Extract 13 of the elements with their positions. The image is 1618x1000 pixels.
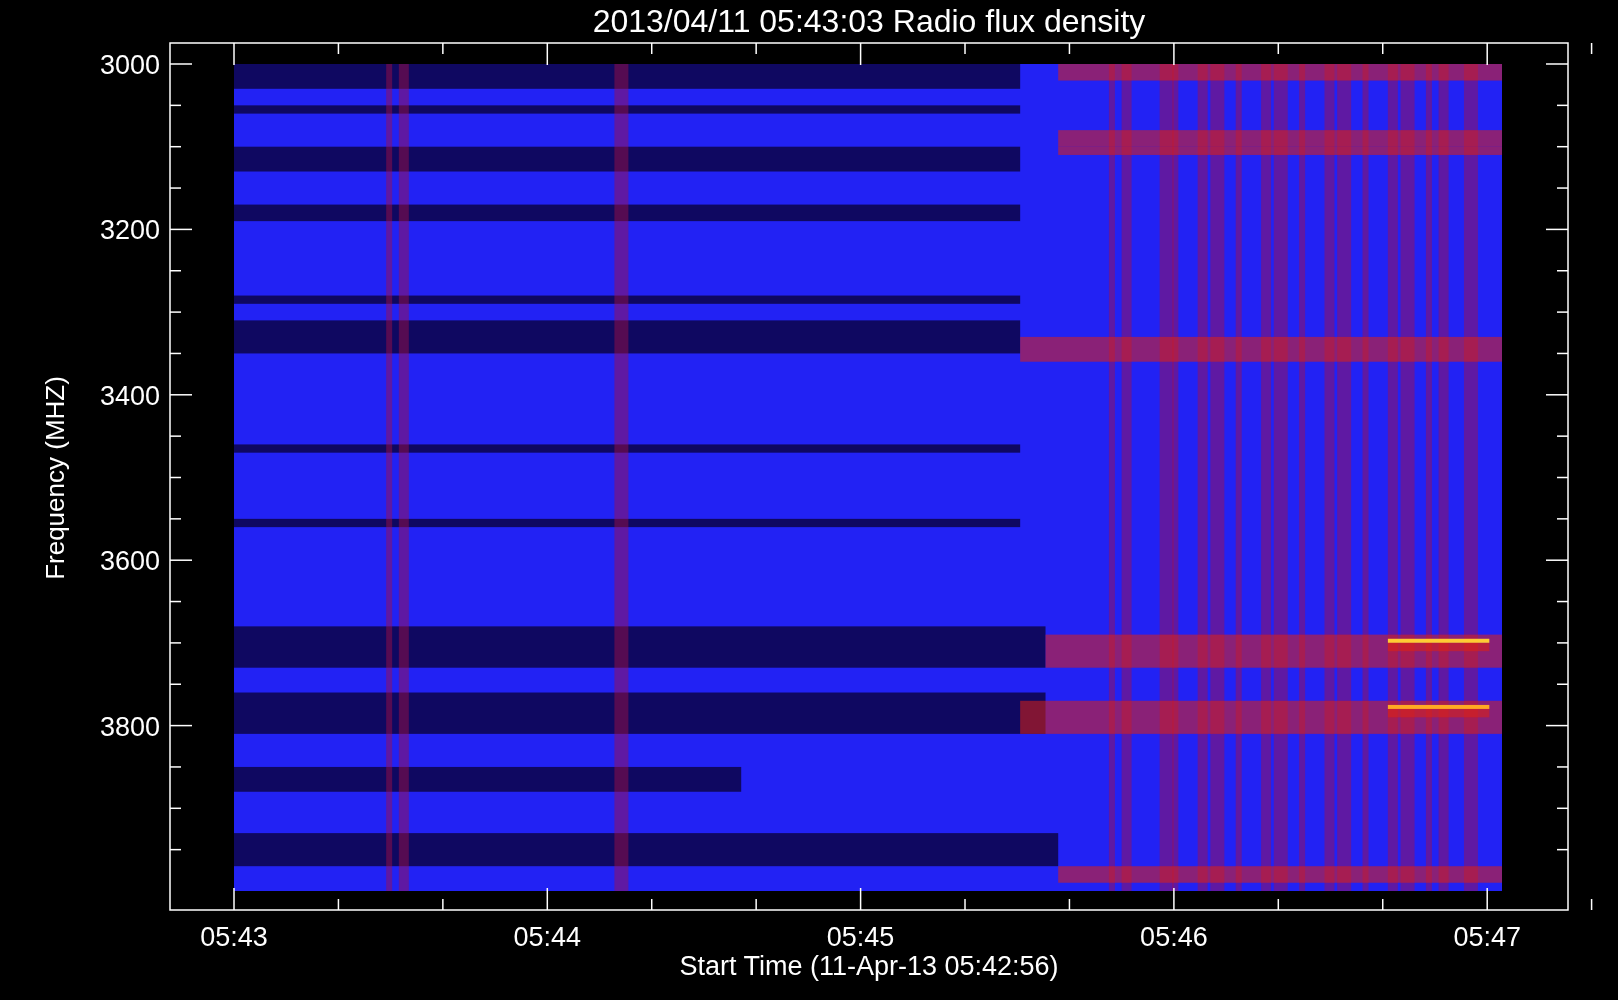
x-axis-label: Start Time (11-Apr-13 05:42:56)	[679, 951, 1059, 981]
y-tick-label: 3800	[99, 711, 160, 742]
x-tick-label: 05:46	[1140, 922, 1208, 952]
chart-title: 2013/04/11 05:43:03 Radio flux density	[592, 3, 1146, 39]
x-tick-label: 05:43	[200, 922, 268, 952]
y-tick-label: 3000	[99, 50, 160, 80]
y-tick-label: 3600	[99, 546, 160, 577]
y-axis-label: Frequency (MHZ)	[40, 376, 70, 580]
x-tick-label: 05:47	[1453, 922, 1521, 952]
x-tick-label: 05:44	[513, 922, 582, 952]
y-tick-label: 3200	[99, 215, 160, 246]
x-tick-label: 05:45	[826, 922, 895, 952]
y-tick-label: 3400	[99, 380, 160, 411]
